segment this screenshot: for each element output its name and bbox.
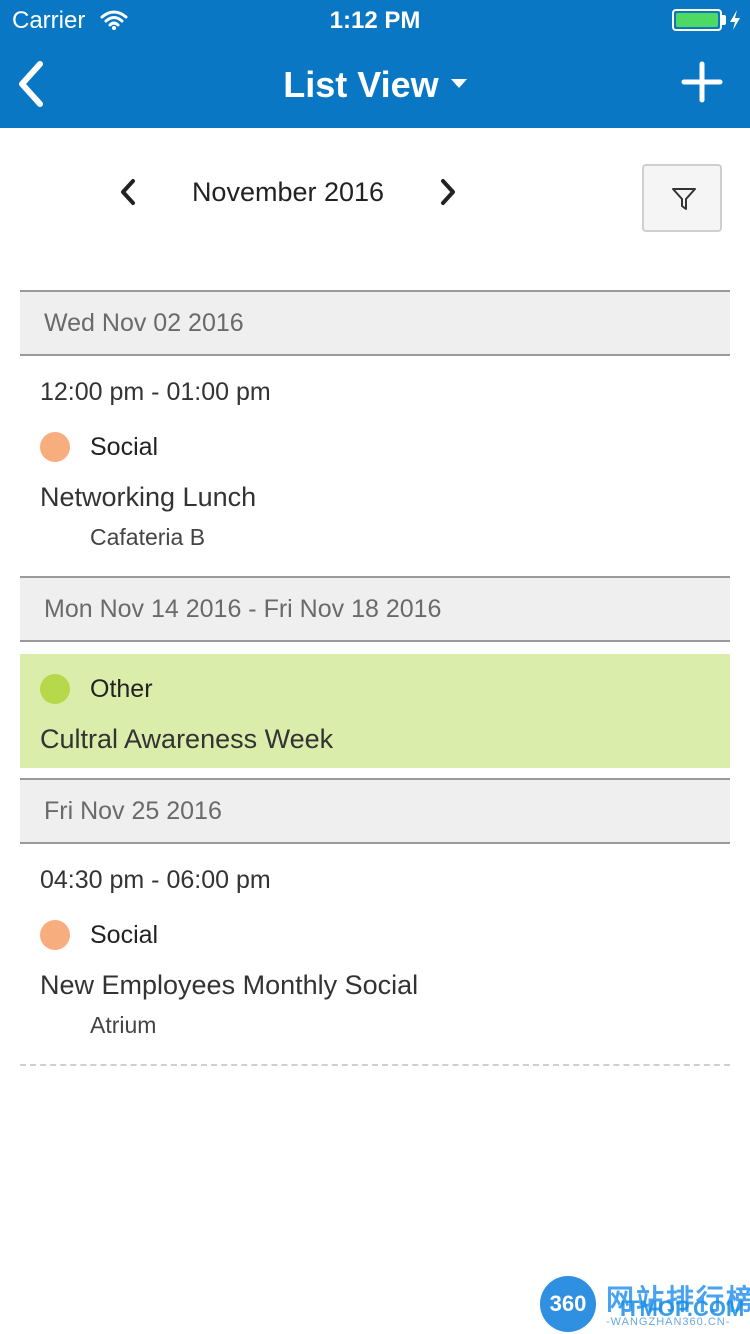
watermark-subtitle: -WANGZHAN360.CN- bbox=[606, 1316, 731, 1328]
page-title: List View bbox=[283, 64, 439, 105]
chevron-left-icon bbox=[121, 179, 135, 205]
view-switcher[interactable]: List View bbox=[0, 64, 750, 106]
app-header: Carrier 1:12 PM List View bbox=[0, 0, 750, 128]
event-title: Networking Lunch bbox=[40, 482, 257, 512]
next-month-button[interactable] bbox=[432, 174, 464, 210]
add-event-button[interactable] bbox=[680, 60, 724, 104]
event-item[interactable]: 12:00 pm - 01:00 pm Social Networking Lu… bbox=[20, 356, 730, 576]
filter-icon bbox=[672, 188, 696, 210]
battery-tip bbox=[722, 15, 726, 25]
page: Carrier 1:12 PM List View November 2016 … bbox=[0, 0, 750, 1334]
chevron-right-icon bbox=[441, 179, 455, 205]
watermark-logo: 360 网站排行榜 ITMOP.COM -WANGZHAN360.CN- bbox=[540, 1274, 750, 1334]
event-item-highlighted[interactable]: Other Cultral Awareness Week bbox=[20, 654, 730, 768]
category-label: Social bbox=[90, 921, 159, 949]
event-time: 12:00 pm - 01:00 pm bbox=[40, 378, 271, 406]
category-label: Social bbox=[90, 433, 159, 461]
event-title: Cultral Awareness Week bbox=[40, 724, 334, 754]
event-location: Atrium bbox=[90, 1012, 157, 1038]
month-label: November 2016 bbox=[191, 177, 385, 207]
battery-icon bbox=[672, 9, 722, 31]
event-time: 04:30 pm - 06:00 pm bbox=[40, 866, 271, 894]
category-label: Other bbox=[90, 675, 153, 703]
event-item[interactable]: 04:30 pm - 06:00 pm Social New Employees… bbox=[20, 844, 730, 1054]
filter-button[interactable] bbox=[642, 164, 722, 232]
status-bar: Carrier 1:12 PM bbox=[0, 0, 750, 40]
category-dot-social bbox=[40, 432, 70, 462]
battery-level-fill bbox=[676, 13, 718, 27]
plus-icon bbox=[681, 61, 723, 103]
event-title: New Employees Monthly Social bbox=[40, 970, 419, 1000]
event-location: Cafateria B bbox=[90, 524, 206, 550]
charging-bolt-icon bbox=[730, 10, 740, 30]
caret-down-icon bbox=[450, 78, 467, 88]
list-end-divider bbox=[20, 1064, 730, 1066]
date-group-header: Wed Nov 02 2016 bbox=[20, 290, 730, 356]
category-dot-social bbox=[40, 920, 70, 950]
status-time: 1:12 PM bbox=[329, 7, 421, 34]
watermark-360-badge: 360 bbox=[540, 1276, 596, 1332]
date-group-header: Mon Nov 14 2016 - Fri Nov 18 2016 bbox=[20, 576, 730, 642]
category-dot-other bbox=[40, 674, 70, 704]
previous-month-button[interactable] bbox=[112, 174, 144, 210]
date-group-header: Fri Nov 25 2016 bbox=[20, 778, 730, 844]
